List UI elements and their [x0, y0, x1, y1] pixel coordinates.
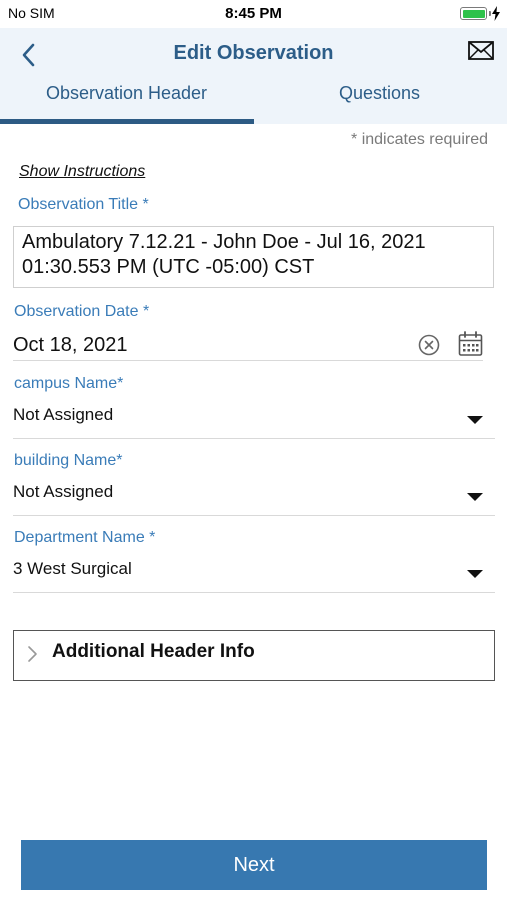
- building-name-select[interactable]: Not Assigned: [13, 482, 113, 502]
- department-dropdown-arrow-icon[interactable]: [467, 570, 483, 578]
- clear-date-icon[interactable]: [418, 334, 440, 356]
- building-dropdown-arrow-icon[interactable]: [467, 493, 483, 501]
- active-tab-indicator: [0, 119, 254, 124]
- charging-bolt-icon: [492, 6, 500, 21]
- building-name-label: building Name*: [14, 452, 123, 469]
- observation-title-label: Observation Title *: [18, 196, 149, 213]
- show-instructions-link[interactable]: Show Instructions: [19, 163, 145, 181]
- clock: 8:45 PM: [225, 5, 282, 22]
- additional-header-info-label: Additional Header Info: [52, 641, 255, 662]
- tab-observation-header[interactable]: Observation Header: [0, 80, 253, 124]
- campus-name-label: campus Name*: [14, 375, 124, 392]
- battery-level: [462, 9, 485, 18]
- campus-dropdown-arrow-icon[interactable]: [467, 416, 483, 424]
- divider: [13, 515, 495, 516]
- observation-title-field[interactable]: Ambulatory 7.12.21 - John Doe - Jul 16, …: [13, 226, 494, 288]
- email-button[interactable]: [467, 39, 495, 63]
- divider: [13, 592, 495, 593]
- page-title: Edit Observation: [173, 42, 334, 64]
- battery-icon: [460, 7, 487, 20]
- divider: [13, 438, 495, 439]
- required-note: * indicates required: [351, 131, 488, 148]
- envelope-icon: [468, 41, 494, 60]
- observation-date-label: Observation Date *: [14, 303, 150, 320]
- calendar-icon[interactable]: [458, 331, 483, 357]
- next-button[interactable]: Next: [21, 840, 487, 890]
- observation-date-field[interactable]: Oct 18, 2021: [13, 334, 128, 357]
- department-name-select[interactable]: 3 West Surgical: [13, 559, 132, 579]
- department-name-label: Department Name *: [14, 529, 156, 546]
- status-bar: No SIM 8:45 PM: [0, 0, 507, 28]
- tab-questions[interactable]: Questions: [253, 80, 506, 124]
- chevron-right-icon: [28, 646, 37, 662]
- divider: [13, 360, 483, 361]
- navigation-bar: Edit Observation: [0, 28, 507, 80]
- additional-header-info-expander[interactable]: Additional Header Info: [13, 630, 495, 681]
- tab-bar: Observation Header Questions: [0, 80, 507, 124]
- campus-name-select[interactable]: Not Assigned: [13, 405, 113, 425]
